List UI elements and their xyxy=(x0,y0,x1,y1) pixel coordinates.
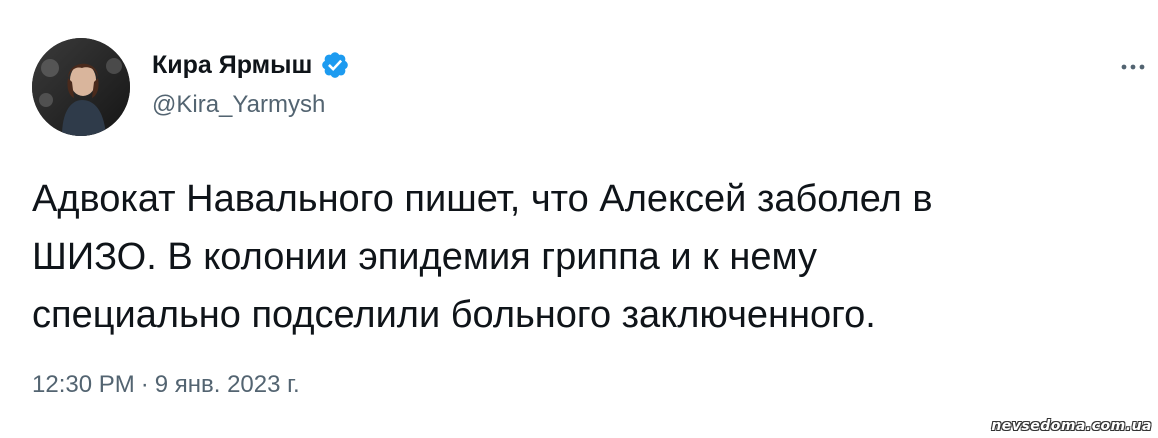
avatar-image xyxy=(32,38,130,136)
tweet-text-line: ШИЗО. В колонии эпидемия гриппа и к нему xyxy=(32,236,818,278)
tweet-date: 9 янв. 2023 г. xyxy=(154,371,300,398)
tweet-text-line: специально подселили больного заключенно… xyxy=(32,294,876,336)
avatar[interactable] xyxy=(32,38,130,136)
tweet-time: 12:30 PM xyxy=(32,371,135,398)
tweet-card: Кира Ярмыш @Kira_Yarmysh Адвокат Навальн… xyxy=(0,0,1158,438)
meta-separator: · xyxy=(140,371,149,398)
tweet-text: Адвокат Навального пишет, что Алексей за… xyxy=(32,170,1132,344)
author-handle[interactable]: @Kira_Yarmysh xyxy=(152,89,325,121)
verified-badge-icon xyxy=(320,50,350,80)
author-name[interactable]: Кира Ярмыш xyxy=(152,48,312,82)
tweet-text-line: Адвокат Навального пишет, что Алексей за… xyxy=(32,178,933,220)
more-horizontal-icon xyxy=(1121,64,1145,70)
more-options-button[interactable] xyxy=(1118,52,1148,82)
tweet-timestamp[interactable]: 12:30 PM · 9 янв. 2023 г. xyxy=(32,368,300,402)
author-name-row: Кира Ярмыш xyxy=(152,48,350,82)
watermark: nevsedoma.com.ua xyxy=(991,418,1152,434)
